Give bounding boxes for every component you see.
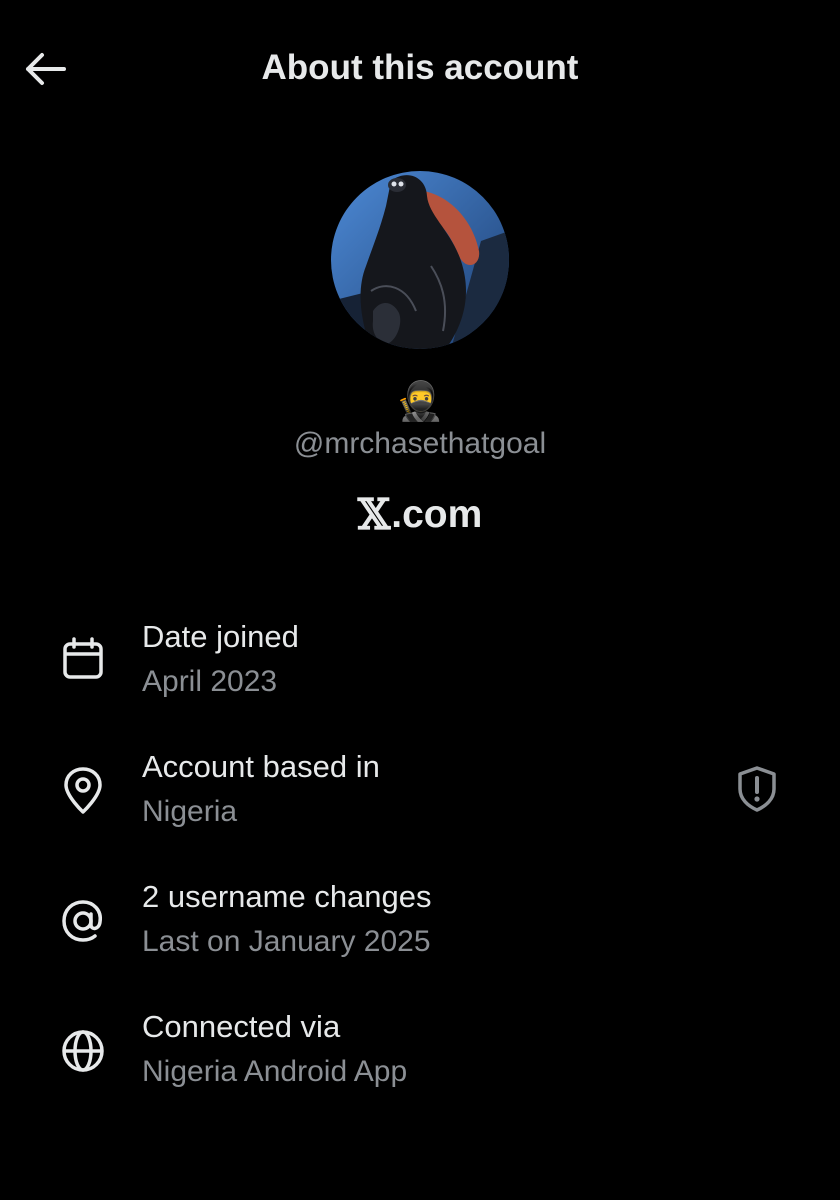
username-changes-value: Last on January 2025 <box>142 925 431 958</box>
username-changes-label: 2 username changes <box>142 879 432 914</box>
page-title: About this account <box>261 48 579 87</box>
display-name: 🥷 <box>396 381 444 423</box>
calendar-icon <box>57 633 109 685</box>
account-based-value: Nigeria <box>142 795 238 828</box>
profile-avatar[interactable] <box>331 171 509 349</box>
date-joined-row: Date joined April 2023 <box>0 615 840 725</box>
x-logo: 𝕏 <box>357 490 391 539</box>
brand-suffix: .com <box>391 492 483 536</box>
date-joined-label: Date joined <box>142 619 299 654</box>
platform-brand: 𝕏 .com <box>0 490 840 539</box>
at-sign-icon <box>57 895 109 947</box>
account-based-row: Account based in Nigeria <box>0 745 840 855</box>
username-handle: @mrchasethatgoal <box>293 427 547 460</box>
location-pin-icon <box>57 765 109 817</box>
connected-via-value: Nigeria Android App <box>142 1055 408 1088</box>
username-changes-row: 2 username changes Last on January 2025 <box>0 875 840 985</box>
connected-via-label: Connected via <box>142 1009 341 1044</box>
shield-alert-button[interactable] <box>732 764 782 814</box>
top-bar: About this account <box>0 0 840 140</box>
shield-alert-icon <box>738 766 776 812</box>
profile-avatar-image <box>331 171 509 349</box>
account-based-label: Account based in <box>142 749 380 784</box>
date-joined-value: April 2023 <box>142 665 278 698</box>
globe-icon <box>57 1025 109 1077</box>
connected-via-row: Connected via Nigeria Android App <box>0 1005 840 1115</box>
